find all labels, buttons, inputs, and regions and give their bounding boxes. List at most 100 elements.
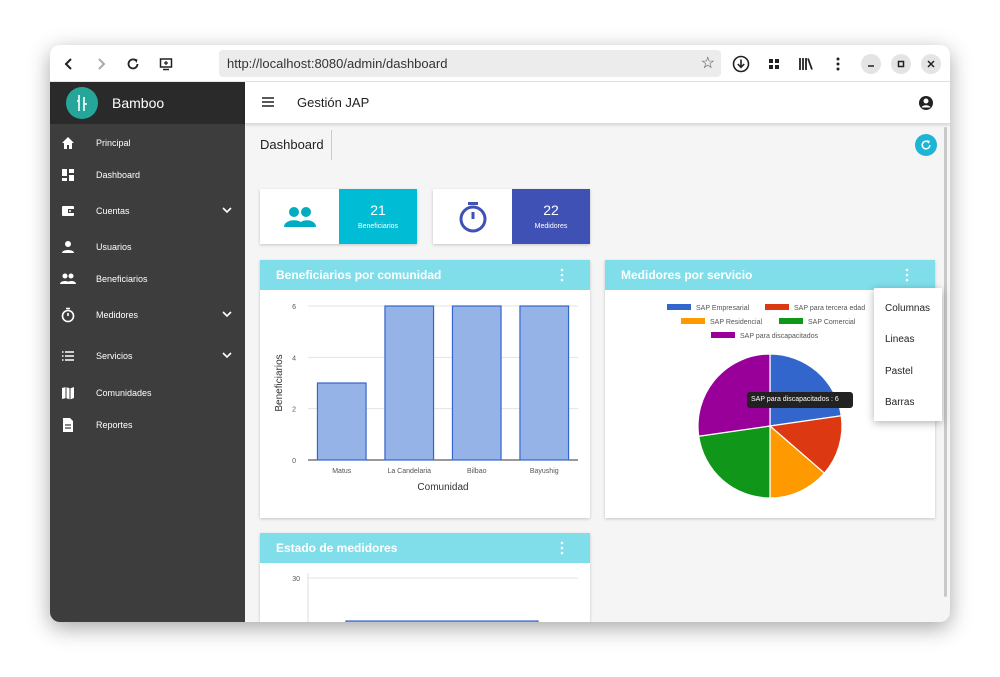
reload-icon[interactable]: [123, 54, 143, 74]
chevron-down-icon: [222, 207, 232, 214]
sidebar-item-comunidades[interactable]: Comunidades: [50, 379, 245, 409]
x-tick-label: La Candelaria: [387, 468, 431, 475]
card-title: Medidores por servicio: [621, 268, 753, 282]
pie-slice: [769, 353, 842, 427]
stat-value-box: 22 Medidores: [512, 189, 590, 244]
card-title: Beneficiarios por comunidad: [276, 268, 442, 282]
pie-slice: [698, 425, 771, 499]
wallet-icon: [62, 206, 74, 216]
stat-card-medidores[interactable]: 22 Medidores: [433, 189, 590, 244]
chevron-down-icon: [222, 352, 232, 359]
bar: [519, 305, 570, 461]
timer-icon: [61, 307, 75, 323]
more-vert-icon[interactable]: [560, 268, 564, 282]
stat-card-beneficiarios[interactable]: 21 Beneficiarios: [260, 189, 417, 244]
scrollbar[interactable]: [944, 127, 947, 597]
chart-tooltip: SAP para discapacitados : 6: [747, 392, 853, 408]
page-title: Dashboard: [260, 137, 324, 152]
document-icon: [63, 418, 73, 432]
extensions-icon[interactable]: [764, 54, 784, 74]
minimize-icon[interactable]: [861, 54, 881, 74]
divider: [331, 130, 332, 160]
legend-swatch: [667, 304, 691, 310]
bar: [384, 305, 435, 461]
bar: [451, 305, 502, 461]
sidebar-item-reportes[interactable]: Reportes: [50, 411, 245, 441]
stat-value: 22: [543, 202, 559, 218]
brand-name: Bamboo: [112, 95, 165, 111]
sidebar-item-servicios[interactable]: Servicios: [50, 342, 245, 372]
x-tick-label: Bilbao: [467, 468, 487, 475]
x-axis-label: Comunidad: [417, 482, 468, 493]
sidebar-item-medidores[interactable]: Medidores: [50, 301, 245, 331]
menu-item-columnas[interactable]: Columnas: [885, 303, 930, 314]
sidebar-item-label: Principal: [96, 138, 131, 148]
stat-label: Beneficiarios: [357, 223, 399, 230]
sidebar-item-principal[interactable]: Principal: [50, 129, 245, 159]
more-vert-icon[interactable]: [560, 541, 564, 555]
sidebar-item-label: Comunidades: [96, 388, 152, 398]
refresh-button[interactable]: [915, 134, 937, 156]
bamboo-logo-icon: [66, 87, 98, 119]
menu-item-barras[interactable]: Barras: [885, 397, 914, 408]
app-header: Gestión JAP: [245, 82, 950, 124]
y-tick-label: 30: [292, 576, 300, 583]
menu-item-pastel[interactable]: Pastel: [885, 366, 913, 377]
card-header: Estado de medidores: [260, 533, 590, 563]
sidebar-item-label: Medidores: [96, 310, 139, 320]
legend-label: SAP para discapacitados: [740, 333, 819, 340]
browser-window: http://localhost:8080/admin/dashboard ☆: [50, 45, 950, 622]
chart-type-menu: Columnas Lineas Pastel Barras: [874, 288, 942, 421]
sidebar-item-label: Usuarios: [96, 242, 132, 252]
forward-icon[interactable]: [91, 54, 111, 74]
sidebar-item-dashboard[interactable]: Dashboard: [50, 161, 245, 191]
y-tick-label: 6: [292, 304, 296, 311]
more-vert-icon[interactable]: [905, 268, 909, 282]
library-icon[interactable]: [796, 54, 816, 74]
map-icon: [62, 387, 74, 400]
legend-label: SAP para tercera edad: [794, 305, 865, 312]
address-bar[interactable]: http://localhost:8080/admin/dashboard ☆: [219, 50, 721, 77]
people-icon: [260, 189, 339, 244]
account-icon[interactable]: [918, 95, 934, 111]
back-icon[interactable]: [59, 54, 79, 74]
card-header: Medidores por servicio: [605, 260, 935, 290]
y-tick-label: 0: [292, 458, 296, 465]
dashboard-icon: [62, 169, 74, 181]
sidebar: Bamboo Principal Dashboard Cuentas Usuar…: [50, 82, 245, 622]
legend-label: SAP Residencial: [710, 319, 762, 326]
stat-value: 21: [370, 202, 386, 218]
timer-icon: [433, 189, 512, 244]
maximize-icon[interactable]: [891, 54, 911, 74]
screen-share-icon[interactable]: [156, 54, 176, 74]
bar: [345, 620, 539, 622]
legend-label: SAP Comercial: [808, 319, 856, 326]
app-title: Gestión JAP: [297, 95, 370, 110]
sidebar-item-usuarios[interactable]: Usuarios: [50, 233, 245, 263]
home-icon: [62, 137, 74, 149]
sidebar-item-label: Dashboard: [96, 170, 141, 180]
legend-swatch: [681, 318, 705, 324]
bookmark-star-icon[interactable]: ☆: [701, 53, 715, 73]
close-icon[interactable]: [921, 54, 941, 74]
y-axis-label: Beneficiarios: [274, 354, 285, 411]
menu-icon[interactable]: [261, 95, 275, 109]
sidebar-item-label: Reportes: [96, 420, 133, 430]
browser-menu-icon[interactable]: [828, 54, 848, 74]
download-icon[interactable]: [731, 54, 751, 74]
legend-swatch: [779, 318, 803, 324]
bar: [316, 382, 367, 461]
sidebar-item-label: Servicios: [96, 351, 133, 361]
sidebar-item-beneficiarios[interactable]: Beneficiarios: [50, 265, 245, 295]
sidebar-item-cuentas[interactable]: Cuentas: [50, 197, 245, 227]
list-icon: [62, 351, 74, 361]
menu-item-lineas[interactable]: Lineas: [885, 334, 914, 345]
sidebar-item-label: Cuentas: [96, 206, 130, 216]
sidebar-item-label: Beneficiarios: [96, 274, 148, 284]
browser-toolbar: http://localhost:8080/admin/dashboard ☆: [50, 45, 950, 82]
url-text[interactable]: http://localhost:8080/admin/dashboard: [227, 56, 447, 71]
card-header: Beneficiarios por comunidad: [260, 260, 590, 290]
brand[interactable]: Bamboo: [50, 82, 245, 124]
y-tick-label: 4: [292, 355, 296, 362]
legend-swatch: [765, 304, 789, 310]
